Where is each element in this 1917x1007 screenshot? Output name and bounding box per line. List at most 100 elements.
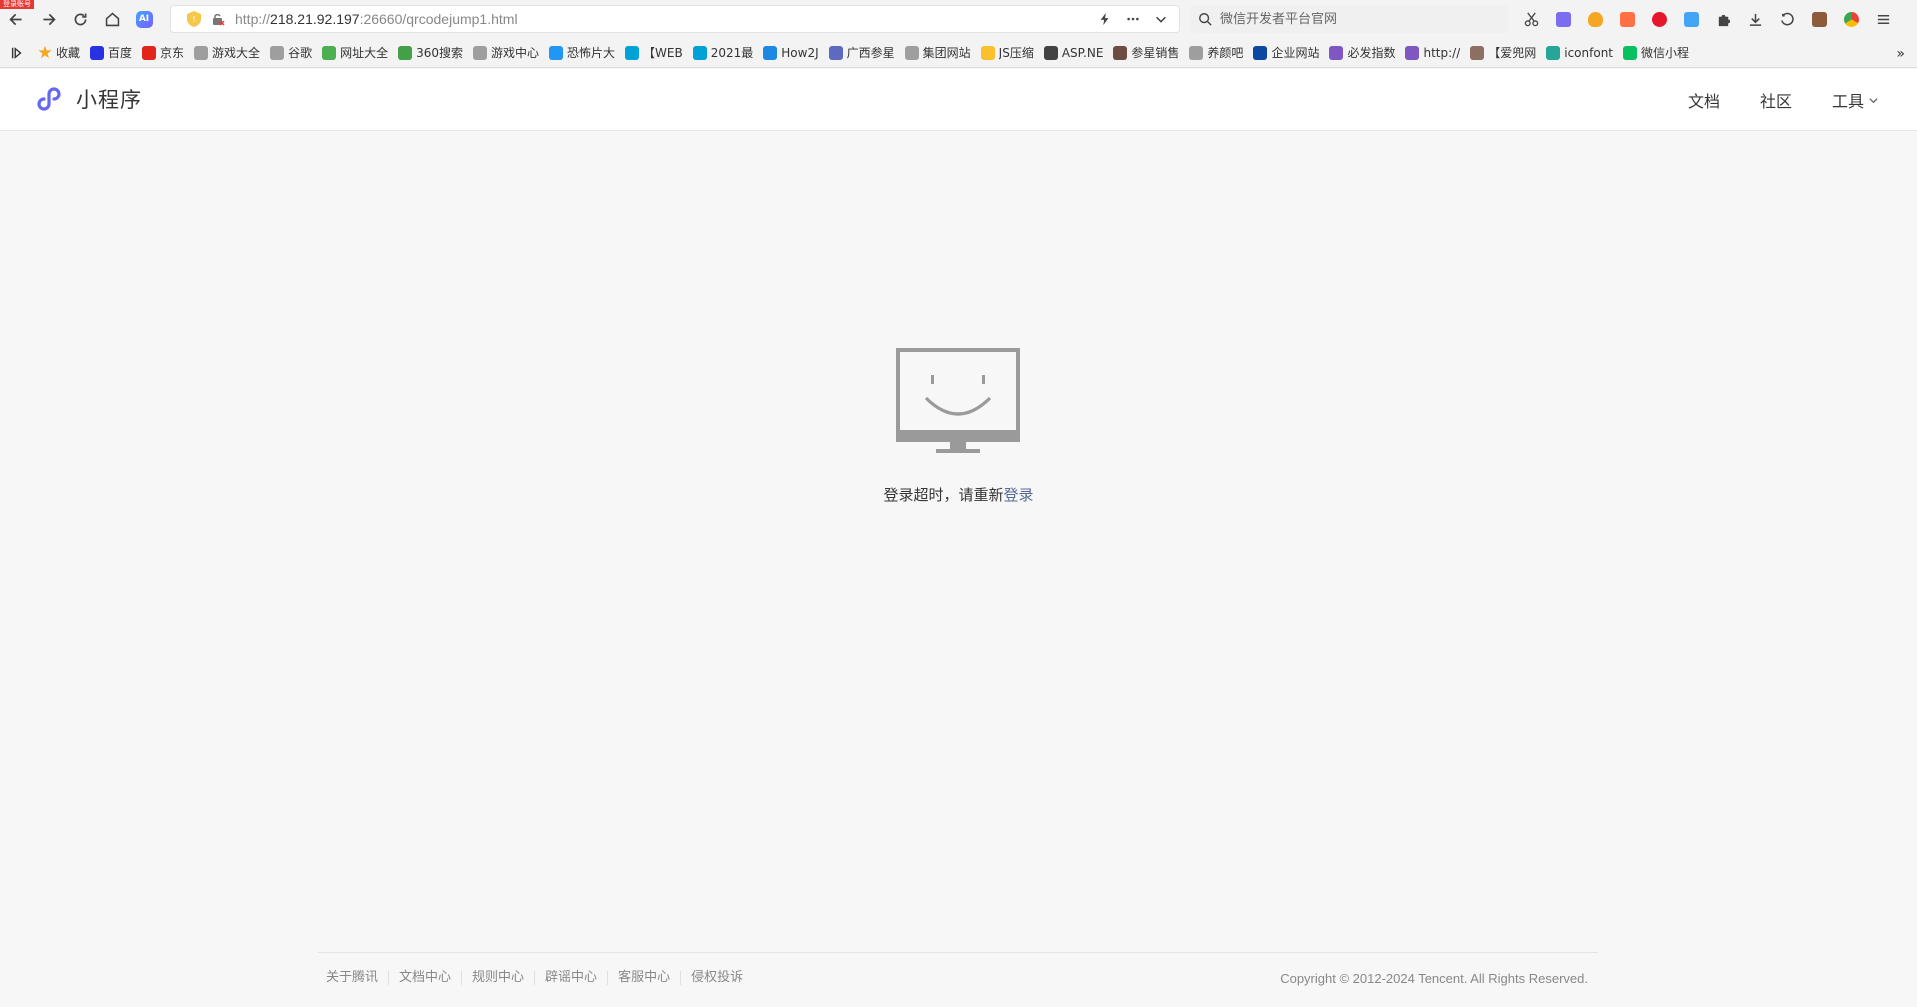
bookmark-item[interactable]: 收藏 bbox=[38, 42, 80, 64]
bookmark-favicon-icon bbox=[1546, 45, 1561, 60]
scissors-icon[interactable] bbox=[1515, 6, 1547, 32]
forward-button[interactable] bbox=[32, 3, 64, 35]
bookmark-item[interactable]: 360搜索 bbox=[398, 42, 463, 64]
footer-link[interactable]: 侵权投诉 bbox=[680, 971, 753, 985]
footer-link[interactable]: 关于腾讯 bbox=[326, 971, 388, 985]
search-icon bbox=[1199, 13, 1212, 26]
home-icon bbox=[105, 12, 119, 26]
download-icon[interactable] bbox=[1739, 6, 1771, 32]
star-icon bbox=[38, 45, 52, 59]
mail-extension-icon[interactable] bbox=[1675, 6, 1707, 32]
chevron-down-icon[interactable] bbox=[1153, 11, 1169, 27]
bookmark-favicon-icon bbox=[270, 45, 285, 60]
bookmark-item[interactable]: 2021最 bbox=[692, 42, 753, 64]
bookmark-list: 收藏 百度 京东 游戏大全 谷歌 网址大全 360搜索 游戏中心 恐怖片大 【WEB 2021最 Ho… bbox=[38, 42, 1699, 64]
bookmark-item[interactable]: JS压缩 bbox=[980, 42, 1034, 64]
translate-extension-icon[interactable] bbox=[1547, 6, 1579, 32]
bookmark-label: 360搜索 bbox=[416, 46, 463, 60]
bookmark-item[interactable]: 游戏中心 bbox=[473, 42, 539, 64]
home-button[interactable] bbox=[96, 3, 128, 35]
bookmark-label: 【爱兜网 bbox=[1488, 46, 1537, 60]
footer: 关于腾讯 文档中心 规则中心 辟谣中心 客服中心 侵权投诉 Copyright © 201… bbox=[318, 952, 1598, 1007]
bookmark-item[interactable]: 【爱兜网 bbox=[1470, 42, 1536, 64]
arrow-right-icon bbox=[42, 13, 56, 25]
bookmark-item[interactable]: 恐怖片大 bbox=[549, 42, 615, 64]
bookmark-label: 必发指数 bbox=[1347, 46, 1396, 60]
fox-extension-icon[interactable] bbox=[1611, 6, 1643, 32]
bookmark-item[interactable]: 必发指数 bbox=[1329, 42, 1395, 64]
top-nav: 文档 社区 工具 bbox=[1648, 88, 1879, 112]
nav-community[interactable]: 社区 bbox=[1760, 88, 1792, 112]
sidebar-toggle-icon bbox=[11, 46, 22, 59]
ai-icon: AI bbox=[135, 10, 153, 28]
bookmark-item[interactable]: http:// bbox=[1405, 42, 1460, 64]
url-text[interactable]: http://218.21.92.197:26660/qrcodejump1.h… bbox=[235, 11, 518, 27]
search-bar[interactable] bbox=[1190, 5, 1508, 33]
bookmark-label: JS压缩 bbox=[998, 46, 1034, 60]
undo-icon[interactable] bbox=[1771, 6, 1803, 32]
bookmark-item[interactable]: iconfont bbox=[1546, 42, 1613, 64]
bookmark-favicon-icon bbox=[398, 45, 413, 60]
main-content: 登录超时，请重新登录 bbox=[0, 132, 1917, 952]
login-link[interactable]: 登录 bbox=[1004, 486, 1034, 504]
nav-docs[interactable]: 文档 bbox=[1688, 88, 1720, 112]
bookmark-favicon-icon bbox=[625, 45, 640, 60]
bookmark-item[interactable]: 参星销售 bbox=[1113, 42, 1179, 64]
bookmark-label: 【WEB bbox=[643, 46, 683, 60]
bookmark-label: 参星销售 bbox=[1131, 46, 1180, 60]
address-bar[interactable]: ! http://218.21.92.197:26660/qrcodejump1… bbox=[170, 5, 1180, 33]
bookmark-item[interactable]: 【WEB bbox=[625, 42, 683, 64]
footer-link[interactable]: 客服中心 bbox=[607, 971, 680, 985]
footer-link[interactable]: 规则中心 bbox=[461, 971, 534, 985]
bookmark-item[interactable]: 微信小程 bbox=[1623, 42, 1689, 64]
bookmark-label: 收藏 bbox=[56, 46, 81, 60]
bookmark-label: 企业网站 bbox=[1271, 46, 1320, 60]
bookmark-favicon-icon bbox=[1253, 45, 1268, 60]
bookmark-label: How2J bbox=[781, 45, 819, 60]
chevron-double-right-icon[interactable]: » bbox=[1896, 46, 1905, 62]
reload-button[interactable] bbox=[64, 3, 96, 35]
bookmark-favicon-icon bbox=[980, 45, 995, 60]
shield-extension-icon[interactable] bbox=[1579, 6, 1611, 32]
copyright: Copyright © 2012-2024 Tencent. All Right… bbox=[1280, 971, 1588, 986]
puzzle-icon[interactable] bbox=[1707, 6, 1739, 32]
more-icon[interactable] bbox=[1125, 11, 1141, 27]
bookmark-label: 养颜吧 bbox=[1207, 46, 1244, 60]
footer-link[interactable]: 辟谣中心 bbox=[534, 971, 607, 985]
footer-link[interactable]: 文档中心 bbox=[388, 971, 461, 985]
bookmark-item[interactable]: 百度 bbox=[90, 42, 132, 64]
briefcase-icon[interactable] bbox=[1803, 6, 1835, 32]
nav-tools[interactable]: 工具 bbox=[1832, 88, 1879, 112]
search-input[interactable] bbox=[1220, 11, 1480, 27]
logo-text: 小程序 bbox=[76, 88, 142, 112]
bookmark-item[interactable]: 养颜吧 bbox=[1189, 42, 1243, 64]
bookmark-item[interactable]: 广西参星 bbox=[828, 42, 895, 64]
address-bar-actions bbox=[1097, 11, 1173, 27]
bookmark-item[interactable]: 网址大全 bbox=[322, 42, 388, 64]
bookmark-favicon-icon bbox=[828, 45, 843, 60]
bookmark-item[interactable]: 企业网站 bbox=[1253, 42, 1319, 64]
bookmark-item[interactable]: How2J bbox=[763, 42, 819, 64]
bookmark-item[interactable]: 京东 bbox=[142, 42, 184, 64]
bookmark-item[interactable]: 集团网站 bbox=[904, 42, 971, 64]
bookmark-favicon-icon bbox=[692, 45, 707, 60]
bookmark-label: 网址大全 bbox=[340, 46, 389, 60]
bookmark-favicon-icon bbox=[1189, 45, 1204, 60]
bookmark-favicon-icon bbox=[322, 45, 337, 60]
footer-links: 关于腾讯 文档中心 规则中心 辟谣中心 客服中心 侵权投诉 bbox=[326, 971, 753, 985]
logo[interactable]: 小程序 bbox=[36, 83, 142, 115]
corner-badge: 登录账号 bbox=[0, 0, 34, 9]
menu-icon[interactable] bbox=[1867, 6, 1899, 32]
bookmark-item[interactable]: 游戏大全 bbox=[194, 42, 260, 64]
bookmark-item[interactable]: 谷歌 bbox=[270, 42, 312, 64]
timeout-message-text: 登录超时，请重新 bbox=[883, 486, 1004, 504]
ai-assistant-button[interactable]: AI bbox=[128, 3, 160, 35]
nav-tools-label: 工具 bbox=[1831, 92, 1864, 111]
chrome-extension-icon[interactable] bbox=[1835, 6, 1867, 32]
bookmark-favicon-icon bbox=[142, 45, 157, 60]
sidebar-toggle-button[interactable] bbox=[10, 42, 24, 64]
lightning-icon[interactable] bbox=[1097, 11, 1113, 27]
bookmark-item[interactable]: ASP.NE bbox=[1043, 42, 1103, 64]
weibo-extension-icon[interactable] bbox=[1643, 6, 1675, 32]
bookmark-favicon-icon bbox=[549, 45, 564, 60]
